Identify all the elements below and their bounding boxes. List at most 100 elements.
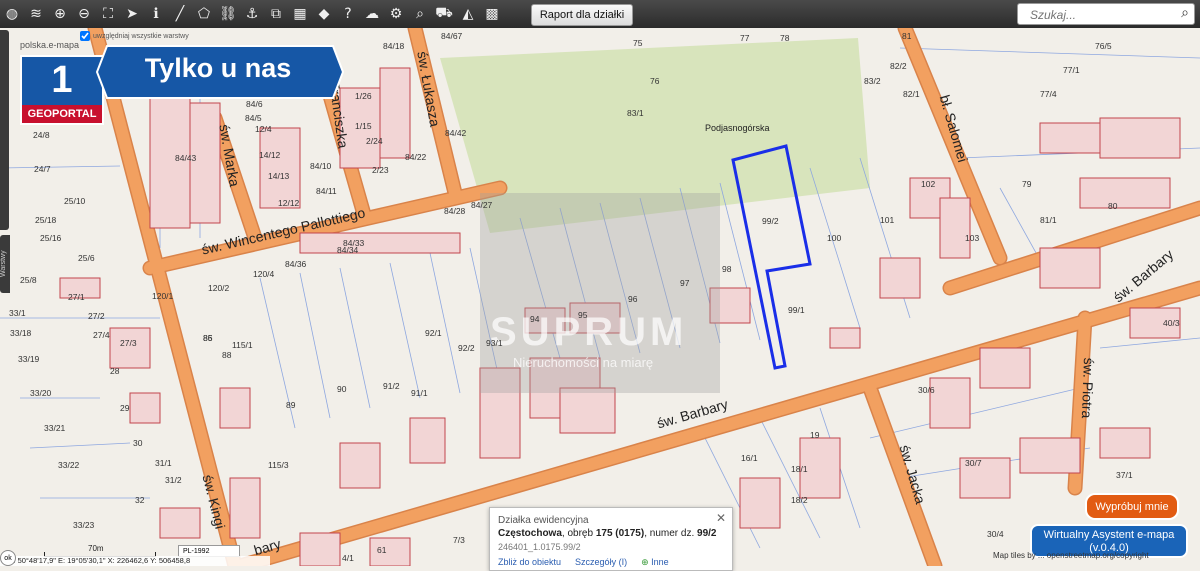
side-panel-handle[interactable] (0, 30, 9, 230)
parcel-label: 30 (133, 438, 143, 448)
parcel-label: 81 (902, 31, 912, 41)
parcel-label: 78 (780, 33, 790, 43)
parcel-label: 81/1 (1040, 215, 1057, 225)
try-me-button[interactable]: Wypróbuj mnie (1085, 493, 1179, 520)
search-input[interactable] (1028, 5, 1172, 25)
parcel-label: 27/4 (93, 330, 110, 340)
map-canvas[interactable]: SUPRUM Nieruchomości na miarę 75 77 78 81 76… (0, 28, 1200, 566)
parcel-label: 27/3 (120, 338, 137, 348)
parcel-label: 80 (1108, 201, 1118, 211)
cloud-upload-icon[interactable]: ☁ (360, 2, 384, 26)
parcel-label: 30/4 (987, 529, 1004, 539)
all-layers-checkbox-label: uwzględniaj wszystkie warstwy (93, 32, 189, 40)
more-link[interactable]: ⊕ Inne (641, 557, 669, 568)
parcel-label: 30/6 (918, 385, 935, 395)
parcel-label: 31/1 (155, 458, 172, 468)
toolbar: ◍ ≋ ⊕ ⊖ ⛶ ➤ ℹ ╱ ⬠ ⛓ ⚓ ⧉ ▦ ◆? ☁ ⚙ ⌕ ⛟ ◭ ▩ Raport dla działki… (0, 0, 1200, 28)
parcel-label: 24/8 (33, 130, 50, 140)
all-layers-checkbox[interactable] (80, 31, 90, 41)
parcel-label: 83/1 (627, 108, 644, 118)
search-box: ⌕ (1017, 3, 1195, 25)
magnify-icon[interactable]: ⌕ (408, 2, 432, 26)
parcel-label: 33/1 (9, 308, 26, 318)
parcel-label: 37/1 (1116, 470, 1133, 480)
zoom-out-icon[interactable]: ⊖ (72, 2, 96, 26)
parcel-label: 96 (628, 294, 638, 304)
parcel-label: 84/18 (383, 41, 405, 51)
parcel-label: 77/1 (1063, 65, 1080, 75)
toolbar-icons: ◍ ≋ ⊕ ⊖ ⛶ ➤ ℹ ╱ ⬠ ⛓ ⚓ ⧉ ▦ ◆? ☁ ⚙ ⌕ ⛟ ◭ ▩ (0, 2, 504, 26)
info-icon[interactable]: ℹ (144, 2, 168, 26)
parcel-label: 61 (377, 545, 387, 555)
parcel-label: 84/67 (441, 31, 463, 41)
parcel-label: 79 (1022, 179, 1032, 189)
parcel-label: 12/4 (255, 124, 272, 134)
layers-tab[interactable]: Warstwy (0, 235, 10, 293)
parcel-label: 94 (530, 314, 540, 324)
parcel-label: 25/16 (40, 233, 62, 243)
zoom-in-icon[interactable]: ⊕ (48, 2, 72, 26)
help-icon[interactable]: ? (336, 2, 360, 26)
parcel-label: 103 (965, 233, 980, 243)
parcel-label: 91/2 (383, 381, 400, 391)
link-icon[interactable]: ⛓ (216, 2, 240, 26)
grid-icon[interactable]: ▩ (480, 2, 504, 26)
parcel-label: 2/24 (366, 136, 383, 146)
share-icon[interactable]: ⧉ (264, 2, 288, 26)
popup-obreb-label: obręb (567, 528, 594, 539)
parcel-label: 82/1 (903, 89, 920, 99)
chat-icon[interactable]: ◆ (312, 2, 336, 26)
promo-badge-text[interactable]: Tylko u nas (98, 53, 338, 84)
triangle-icon[interactable]: ◭ (456, 2, 480, 26)
globe-icon[interactable]: ◍ (0, 2, 24, 26)
search-icon[interactable]: ⌕ (1181, 5, 1189, 21)
parcel-label: 2/23 (372, 165, 389, 175)
parcel-label: 85 (203, 333, 213, 343)
watermark-subtext: Nieruchomości na miarę (513, 355, 654, 370)
parcel-label: 28 (110, 366, 120, 376)
coordinate-readout: N: 50°48'17,9" E: 19°05'30,1" X: 226462,… (0, 556, 270, 566)
parcel-label: 84/11 (316, 186, 337, 196)
layers-icon[interactable]: ≋ (24, 2, 48, 26)
parcel-label: 7/3 (453, 535, 465, 545)
parcel-label: 84/10 (310, 161, 332, 171)
parcel-label: 115/1 (232, 340, 253, 350)
parcel-label: 75 (633, 38, 643, 48)
parcel-label: 102 (921, 179, 936, 189)
parcel-label: 33/18 (10, 328, 32, 338)
parcel-info-popup: Działka ewidencyjna ✕ Częstochowa, obręb… (489, 507, 733, 571)
parcel-label: 31/2 (165, 475, 182, 485)
parcel-label: 101 (880, 215, 895, 225)
anchor-icon[interactable]: ⚓ (240, 2, 264, 26)
settings-icon[interactable]: ⚙ (384, 2, 408, 26)
parcel-label: 27/2 (88, 311, 105, 321)
measure-distance-icon[interactable]: ╱ (168, 2, 192, 26)
full-extent-icon[interactable]: ⛶ (96, 2, 120, 26)
measure-area-icon[interactable]: ⬠ (192, 2, 216, 26)
parcel-label: 4/1 (342, 553, 354, 563)
ok-button[interactable]: ok (0, 550, 16, 566)
zoom-to-object-link[interactable]: Zbliż do obiektu (498, 557, 561, 568)
parcel-label: 1/26 (355, 91, 372, 101)
popup-numer: 99/2 (697, 528, 717, 539)
parcel-label: 95 (578, 310, 588, 320)
street-piotra: św. Piotra (1078, 357, 1097, 419)
geoportal-logo[interactable]: 1 GEOPORTAL (20, 55, 104, 125)
parcel-label: 33/21 (44, 423, 66, 433)
parcel-label: 30/7 (965, 458, 982, 468)
parcel-label: 84/33 (343, 238, 365, 248)
details-link[interactable]: Szczegóły (I) (575, 557, 627, 568)
map-attribution[interactable]: Map tiles by ... openstreetmap.org/copyr… (993, 551, 1149, 560)
parcel-label: 84/27 (471, 200, 493, 210)
pointer-icon[interactable]: ➤ (120, 2, 144, 26)
parcel-label: 29 (120, 403, 130, 413)
layout-icon[interactable]: ▦ (288, 2, 312, 26)
close-icon[interactable]: ✕ (716, 511, 726, 525)
cart-icon[interactable]: ⛟ (432, 2, 456, 26)
raport-button[interactable]: Raport dla działki (531, 4, 633, 26)
parcel-label: 77 (740, 33, 750, 43)
parcel-label: 84/5 (245, 113, 262, 123)
parcel-label: 24/7 (34, 164, 51, 174)
watermark-text: SUPRUM (490, 310, 688, 354)
parcel-label: 1/15 (355, 121, 372, 131)
